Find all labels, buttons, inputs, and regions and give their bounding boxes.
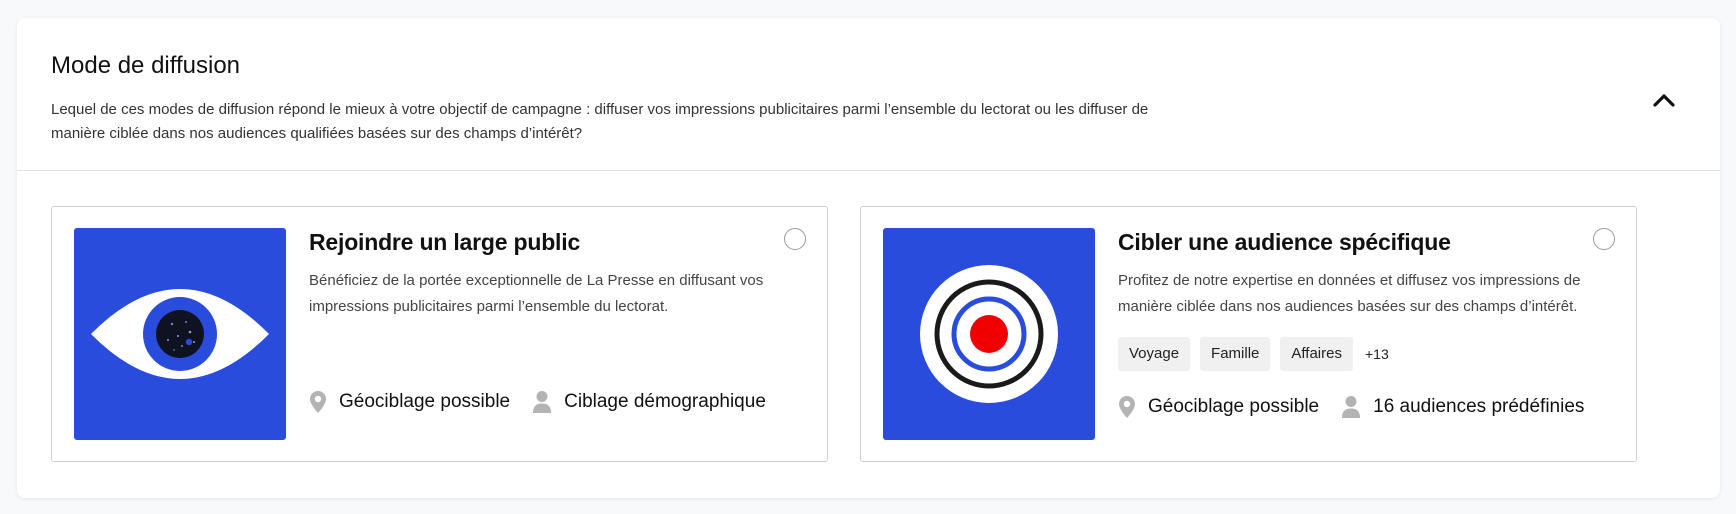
tag-voyage: Voyage (1118, 337, 1191, 371)
option-radio[interactable] (1593, 228, 1615, 250)
tag-famille: Famille (1200, 337, 1271, 371)
section-description: Lequel de ces modes de diffusion répond … (51, 101, 1149, 142)
interest-tags: Voyage Famille Affaires +13 (1118, 337, 1389, 371)
person-icon (1342, 396, 1361, 418)
tag-affaires: Affaires (1280, 337, 1353, 371)
diffusion-mode-panel: Mode de diffusion Lequel de ces modes de… (17, 18, 1720, 498)
option-title: Rejoindre un large public (309, 229, 581, 255)
chevron-up-icon (1653, 94, 1675, 107)
feature-label: Ciblage démographique (564, 391, 766, 412)
feature-item: Géociblage possible (309, 390, 510, 414)
person-icon (533, 391, 552, 413)
feature-label: 16 audiences prédéfinies (1373, 396, 1585, 417)
option-card-broad-audience[interactable]: Rejoindre un large public Bénéficiez de … (51, 206, 828, 462)
feature-item: Ciblage démographique (532, 390, 766, 414)
panel-header: Mode de diffusion Lequel de ces modes de… (17, 18, 1720, 171)
eye-illustration (74, 228, 286, 440)
option-card-specific-audience[interactable]: Cibler une audience spécifique Profitez … (860, 206, 1637, 462)
feature-item: Géociblage possible (1118, 395, 1319, 419)
collapse-button[interactable] (1644, 80, 1684, 120)
option-description: Profitez de notre expertise en données e… (1118, 272, 1581, 315)
map-pin-icon (1119, 396, 1135, 418)
feature-list: Géociblage possible Ciblage démographiqu… (309, 390, 788, 414)
feature-list: Géociblage possible 16 audiences prédéfi… (1118, 395, 1606, 419)
option-description: Bénéficiez de la portée exceptionnelle d… (309, 272, 764, 315)
option-title: Cibler une audience spécifique (1118, 229, 1451, 255)
more-tags-count: +13 (1364, 346, 1389, 362)
map-pin-icon (310, 391, 326, 413)
target-illustration (883, 228, 1095, 440)
feature-item: 16 audiences prédéfinies (1341, 395, 1584, 419)
feature-label: Géociblage possible (1148, 396, 1320, 417)
option-radio[interactable] (784, 228, 806, 250)
feature-label: Géociblage possible (339, 391, 511, 412)
section-title: Mode de diffusion (51, 52, 241, 79)
